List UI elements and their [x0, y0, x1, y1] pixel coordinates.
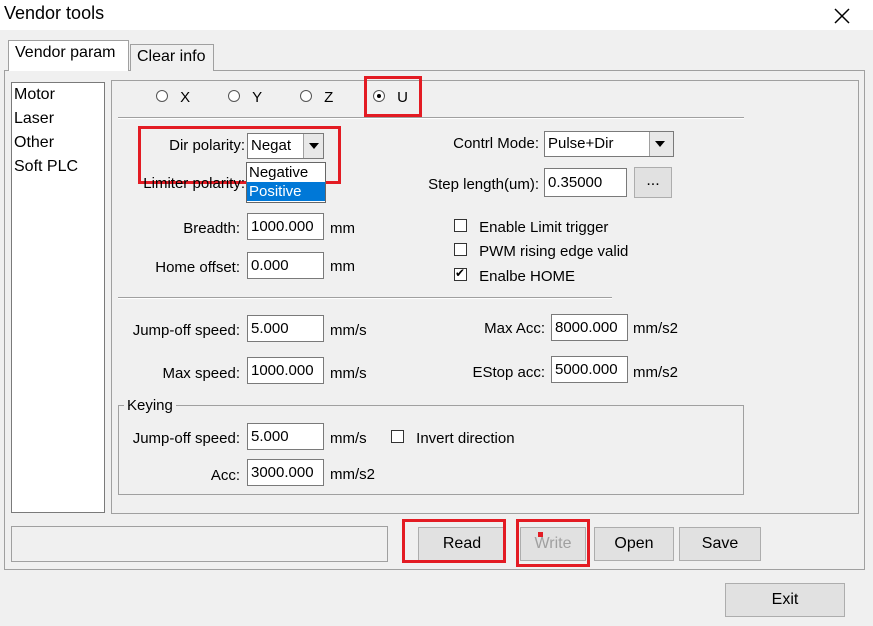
contrl-mode-select[interactable]: Pulse+Dir [544, 131, 674, 157]
keying-jump-off-speed-input[interactable]: 5.000 [247, 423, 324, 450]
axis-radio-x[interactable]: X [156, 89, 190, 106]
home-offset-input[interactable]: 0.000 [247, 252, 324, 279]
home-offset-label: Home offset: [155, 259, 240, 276]
invert-direction-checkbox[interactable]: Invert direction [391, 430, 515, 447]
sidebar-item-other[interactable]: Other [12, 131, 104, 155]
divider [118, 297, 612, 299]
step-length-label: Step length(um): [428, 176, 539, 193]
sidebar-item-motor[interactable]: Motor [12, 83, 104, 107]
radio-icon [228, 90, 240, 102]
radio-icon [300, 90, 312, 102]
jump-off-speed-unit: mm/s [330, 322, 367, 339]
limiter-polarity-label: Limiter polarity: [143, 175, 245, 192]
enable-limit-trigger-checkbox[interactable]: Enable Limit trigger [454, 219, 608, 236]
enable-home-checkbox[interactable]: Enalbe HOME [454, 266, 575, 285]
sidebar-item-laser[interactable]: Laser [12, 107, 104, 131]
max-speed-input[interactable]: 1000.000 [247, 357, 324, 384]
tab-clear-info[interactable]: Clear info [130, 44, 214, 71]
max-acc-input[interactable]: 8000.000 [551, 314, 628, 341]
axis-radio-z[interactable]: Z [300, 89, 333, 106]
sidebar-item-soft-plc[interactable]: Soft PLC [12, 155, 104, 179]
keying-acc-unit: mm/s2 [330, 466, 375, 483]
keying-group-title: Keying [124, 397, 176, 414]
divider [118, 117, 744, 119]
radio-icon [156, 90, 168, 102]
step-length-browse-button[interactable]: ... [634, 167, 672, 198]
home-offset-unit: mm [330, 258, 355, 275]
exit-button[interactable]: Exit [725, 583, 845, 617]
checkbox-icon [454, 243, 467, 256]
close-icon[interactable] [828, 0, 856, 32]
dropdown-option-negative[interactable]: Negative [247, 163, 325, 182]
estop-acc-input[interactable]: 5000.000 [551, 356, 628, 383]
highlight-box-read [402, 519, 506, 563]
keying-jump-off-speed-unit: mm/s [330, 430, 367, 447]
max-acc-label: Max Acc: [484, 320, 545, 337]
keying-acc-label: Acc: [210, 467, 240, 484]
max-speed-unit: mm/s [330, 365, 367, 382]
contrl-mode-label: Contrl Mode: [453, 135, 539, 152]
tab-vendor-param[interactable]: Vendor param [8, 40, 129, 71]
breadth-label: Breadth: [183, 220, 240, 237]
checkbox-icon [391, 430, 404, 443]
dropdown-option-positive[interactable]: Positive [247, 182, 325, 201]
keying-acc-input[interactable]: 3000.000 [247, 459, 324, 486]
step-length-input[interactable]: 0.35000 [544, 168, 627, 197]
open-button[interactable]: Open [594, 527, 674, 561]
save-button[interactable]: Save [679, 527, 761, 561]
jump-off-speed-label: Jump-off speed: [132, 322, 240, 339]
estop-acc-label: EStop acc: [472, 364, 545, 381]
breadth-input[interactable]: 1000.000 [247, 213, 324, 240]
highlight-box-u [364, 76, 422, 117]
chevron-down-icon [649, 132, 673, 156]
category-list: Motor Laser Other Soft PLC [11, 82, 105, 513]
checkbox-icon [454, 219, 467, 232]
max-acc-unit: mm/s2 [633, 320, 678, 337]
title-bar [0, 0, 873, 30]
checkbox-checked-icon [454, 266, 467, 281]
status-field [11, 526, 388, 562]
highlight-box-write [516, 519, 590, 567]
keying-jump-off-speed-label: Jump-off speed: [132, 430, 240, 447]
estop-acc-unit: mm/s2 [633, 364, 678, 381]
dir-polarity-dropdown-list: Negative Positive [246, 162, 326, 203]
jump-off-speed-input[interactable]: 5.000 [247, 315, 324, 342]
window-title: Vendor tools [4, 3, 105, 23]
breadth-unit: mm [330, 220, 355, 237]
pwm-rising-edge-checkbox[interactable]: PWM rising edge valid [454, 243, 628, 260]
max-speed-label: Max speed: [162, 365, 240, 382]
axis-radio-y[interactable]: Y [228, 89, 262, 106]
